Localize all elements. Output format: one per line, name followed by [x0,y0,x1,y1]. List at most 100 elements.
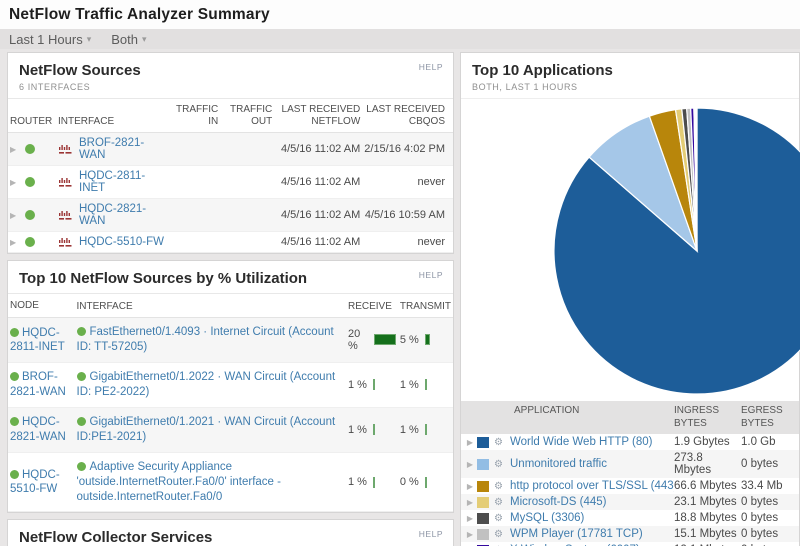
chevron-down-icon: ▾ [87,34,92,45]
expand-arrow-icon[interactable]: ▶ [10,145,16,154]
table-row: ▶ ⚙ X Window System (6007) 12.1 Mbytes 0… [461,542,799,546]
pie-slice[interactable] [696,108,697,251]
ingress-bytes-value: 18.8 Mbytes [674,512,741,524]
interface-link[interactable]: GigabitEthernet0/1.2021 · WAN Circuit (A… [77,416,336,443]
expand-arrow-icon[interactable]: ▶ [461,438,475,447]
traffic-out-value [220,166,274,199]
traffic-out-value [220,232,274,253]
application-icon: ⚙ [494,481,510,492]
table-row: ▶ ⚙ Microsoft-DS (445) 23.1 Mbytes 0 byt… [461,494,799,510]
table-row: ▶ BROF-2821-WAN 4/5/16 11:02 AM 2/15/16 … [8,133,453,166]
last-received-cbqos-value: 4/5/16 10:59 AM [362,199,453,232]
panel-title: Top 10 NetFlow Sources by % Utilization [19,270,441,287]
egress-bytes-value: 33.4 Mb [741,480,799,492]
application-link[interactable]: Unmonitored traffic [510,458,674,470]
interface-link[interactable]: HQDC-2811-INET [79,170,164,194]
receive-percent: 1 % [348,424,368,436]
status-up-icon [25,210,35,220]
application-link[interactable]: WPM Player (17781 TCP) [510,528,674,540]
panel-title: NetFlow Sources [19,62,441,79]
receive-bar [373,477,375,488]
traffic-in-value [166,199,220,232]
expand-arrow-icon[interactable]: ▶ [461,460,475,469]
table-row: ▶ ⚙ Unmonitored traffic 273.8 Mbytes 0 b… [461,450,799,478]
receive-bar [373,379,375,390]
traffic-out-value [220,133,274,166]
last-received-netflow-value: 4/5/16 11:02 AM [274,232,362,253]
table-row: HQDC-2821-WAN GigabitEthernet0/1.2021 · … [8,407,453,452]
interface-link[interactable]: GigabitEthernet0/1.2022 · WAN Circuit (A… [77,371,336,398]
interface-link[interactable]: HQDC-5510-FW [79,236,164,248]
receive-percent: 1 % [348,476,368,488]
interface-link[interactable]: FastEthernet0/1.4093 · Internet Circuit … [77,326,334,353]
collector-services-panel: NetFlow Collector Services HELP SERVER N… [7,519,454,546]
transmit-percent: 1 % [400,379,420,391]
transmit-percent: 0 % [400,476,420,488]
panel-title: Top 10 Applications [472,62,787,79]
netflow-sources-table: ROUTER INTERFACE TRAFFIC IN TRAFFIC OUT … [8,99,453,253]
table-row: ▶ ⚙ World Wide Web HTTP (80) 1.9 Gbytes … [461,434,799,450]
time-range-dropdown[interactable]: Last 1 Hours ▾ [9,32,91,47]
ingress-bytes-value: 66.6 Mbytes [674,480,741,492]
application-link[interactable]: Microsoft-DS (445) [510,496,674,508]
page-title-bar: NetFlow Traffic Analyzer Summary [0,0,800,29]
interface-link[interactable]: HQDC-2821-WAN [79,203,164,227]
traffic-in-value [166,166,220,199]
table-row: HQDC-5510-FW Adaptive Security Appliance… [8,452,453,512]
expand-arrow-icon[interactable]: ▶ [461,498,475,507]
expand-arrow-icon[interactable]: ▶ [461,482,475,491]
interface-link[interactable]: Adaptive Security Appliance 'outside.Int… [77,461,281,503]
app-color-swatch [477,459,489,470]
panel-title: NetFlow Collector Services [19,529,441,546]
expand-arrow-icon[interactable]: ▶ [461,514,475,523]
receive-bar [373,424,375,435]
applications-pie-chart [461,99,799,401]
table-row: BROF-2821-WAN GigabitEthernet0/1.2022 · … [8,362,453,407]
interface-link[interactable]: BROF-2821-WAN [79,137,164,161]
column-header-interface: INTERFACE [75,294,347,318]
expand-arrow-icon[interactable]: ▶ [461,530,475,539]
transmit-percent: 5 % [400,334,420,346]
application-link[interactable]: http protocol over TLS/SSL (443) [510,480,674,492]
help-link[interactable]: HELP [419,529,443,539]
application-link[interactable]: World Wide Web HTTP (80) [510,436,674,448]
egress-bytes-value: 0 bytes [741,496,799,508]
egress-bytes-value: 0 bytes [741,512,799,524]
cisco-router-icon [58,177,73,188]
help-link[interactable]: HELP [419,270,443,280]
status-up-icon [10,372,19,381]
app-color-swatch [477,513,489,524]
utilization-table: NODE INTERFACE RECEIVE TRANSMIT HQDC-281… [8,294,453,512]
last-received-netflow-value: 4/5/16 11:02 AM [274,166,362,199]
filter-bar: Last 1 Hours ▾ Both ▾ [0,29,800,49]
status-up-icon [10,417,19,426]
ingress-bytes-value: 273.8 Mbytes [674,452,741,476]
application-icon: ⚙ [494,437,510,448]
ingress-bytes-value: 1.9 Gbytes [674,436,741,448]
panel-subtitle: BOTH, LAST 1 HOURS [472,82,787,92]
column-header-egress-bytes: EGRESS BYTES [741,405,799,430]
expand-arrow-icon[interactable]: ▶ [10,178,16,187]
status-up-icon [77,372,86,381]
column-header-traffic-in: TRAFFIC IN [166,99,220,133]
help-link[interactable]: HELP [419,62,443,72]
ingress-bytes-value: 23.1 Mbytes [674,496,741,508]
panel-subtitle: 6 INTERFACES [19,82,441,92]
last-received-cbqos-value: never [362,166,453,199]
expand-arrow-icon[interactable]: ▶ [10,211,16,220]
column-header-application: APPLICATION [514,405,674,430]
netflow-sources-panel: NetFlow Sources 6 INTERFACES HELP ROUTER… [7,52,454,254]
table-row: ▶ ⚙ http protocol over TLS/SSL (443) 66.… [461,478,799,494]
cisco-router-icon [58,210,73,221]
ingress-bytes-value: 15.1 Mbytes [674,528,741,540]
traffic-in-value [166,133,220,166]
column-header-ingress-bytes: INGRESS BYTES [674,405,741,430]
status-up-icon [10,328,19,337]
pie-chart-svg [547,101,800,401]
direction-dropdown[interactable]: Both ▾ [111,32,146,47]
application-link[interactable]: MySQL (3306) [510,512,674,524]
expand-arrow-icon[interactable]: ▶ [10,238,16,247]
transmit-percent: 1 % [400,424,420,436]
status-up-icon [77,327,86,336]
table-row: ▶ HQDC-2821-WAN 4/5/16 11:02 AM 4/5/16 1… [8,199,453,232]
